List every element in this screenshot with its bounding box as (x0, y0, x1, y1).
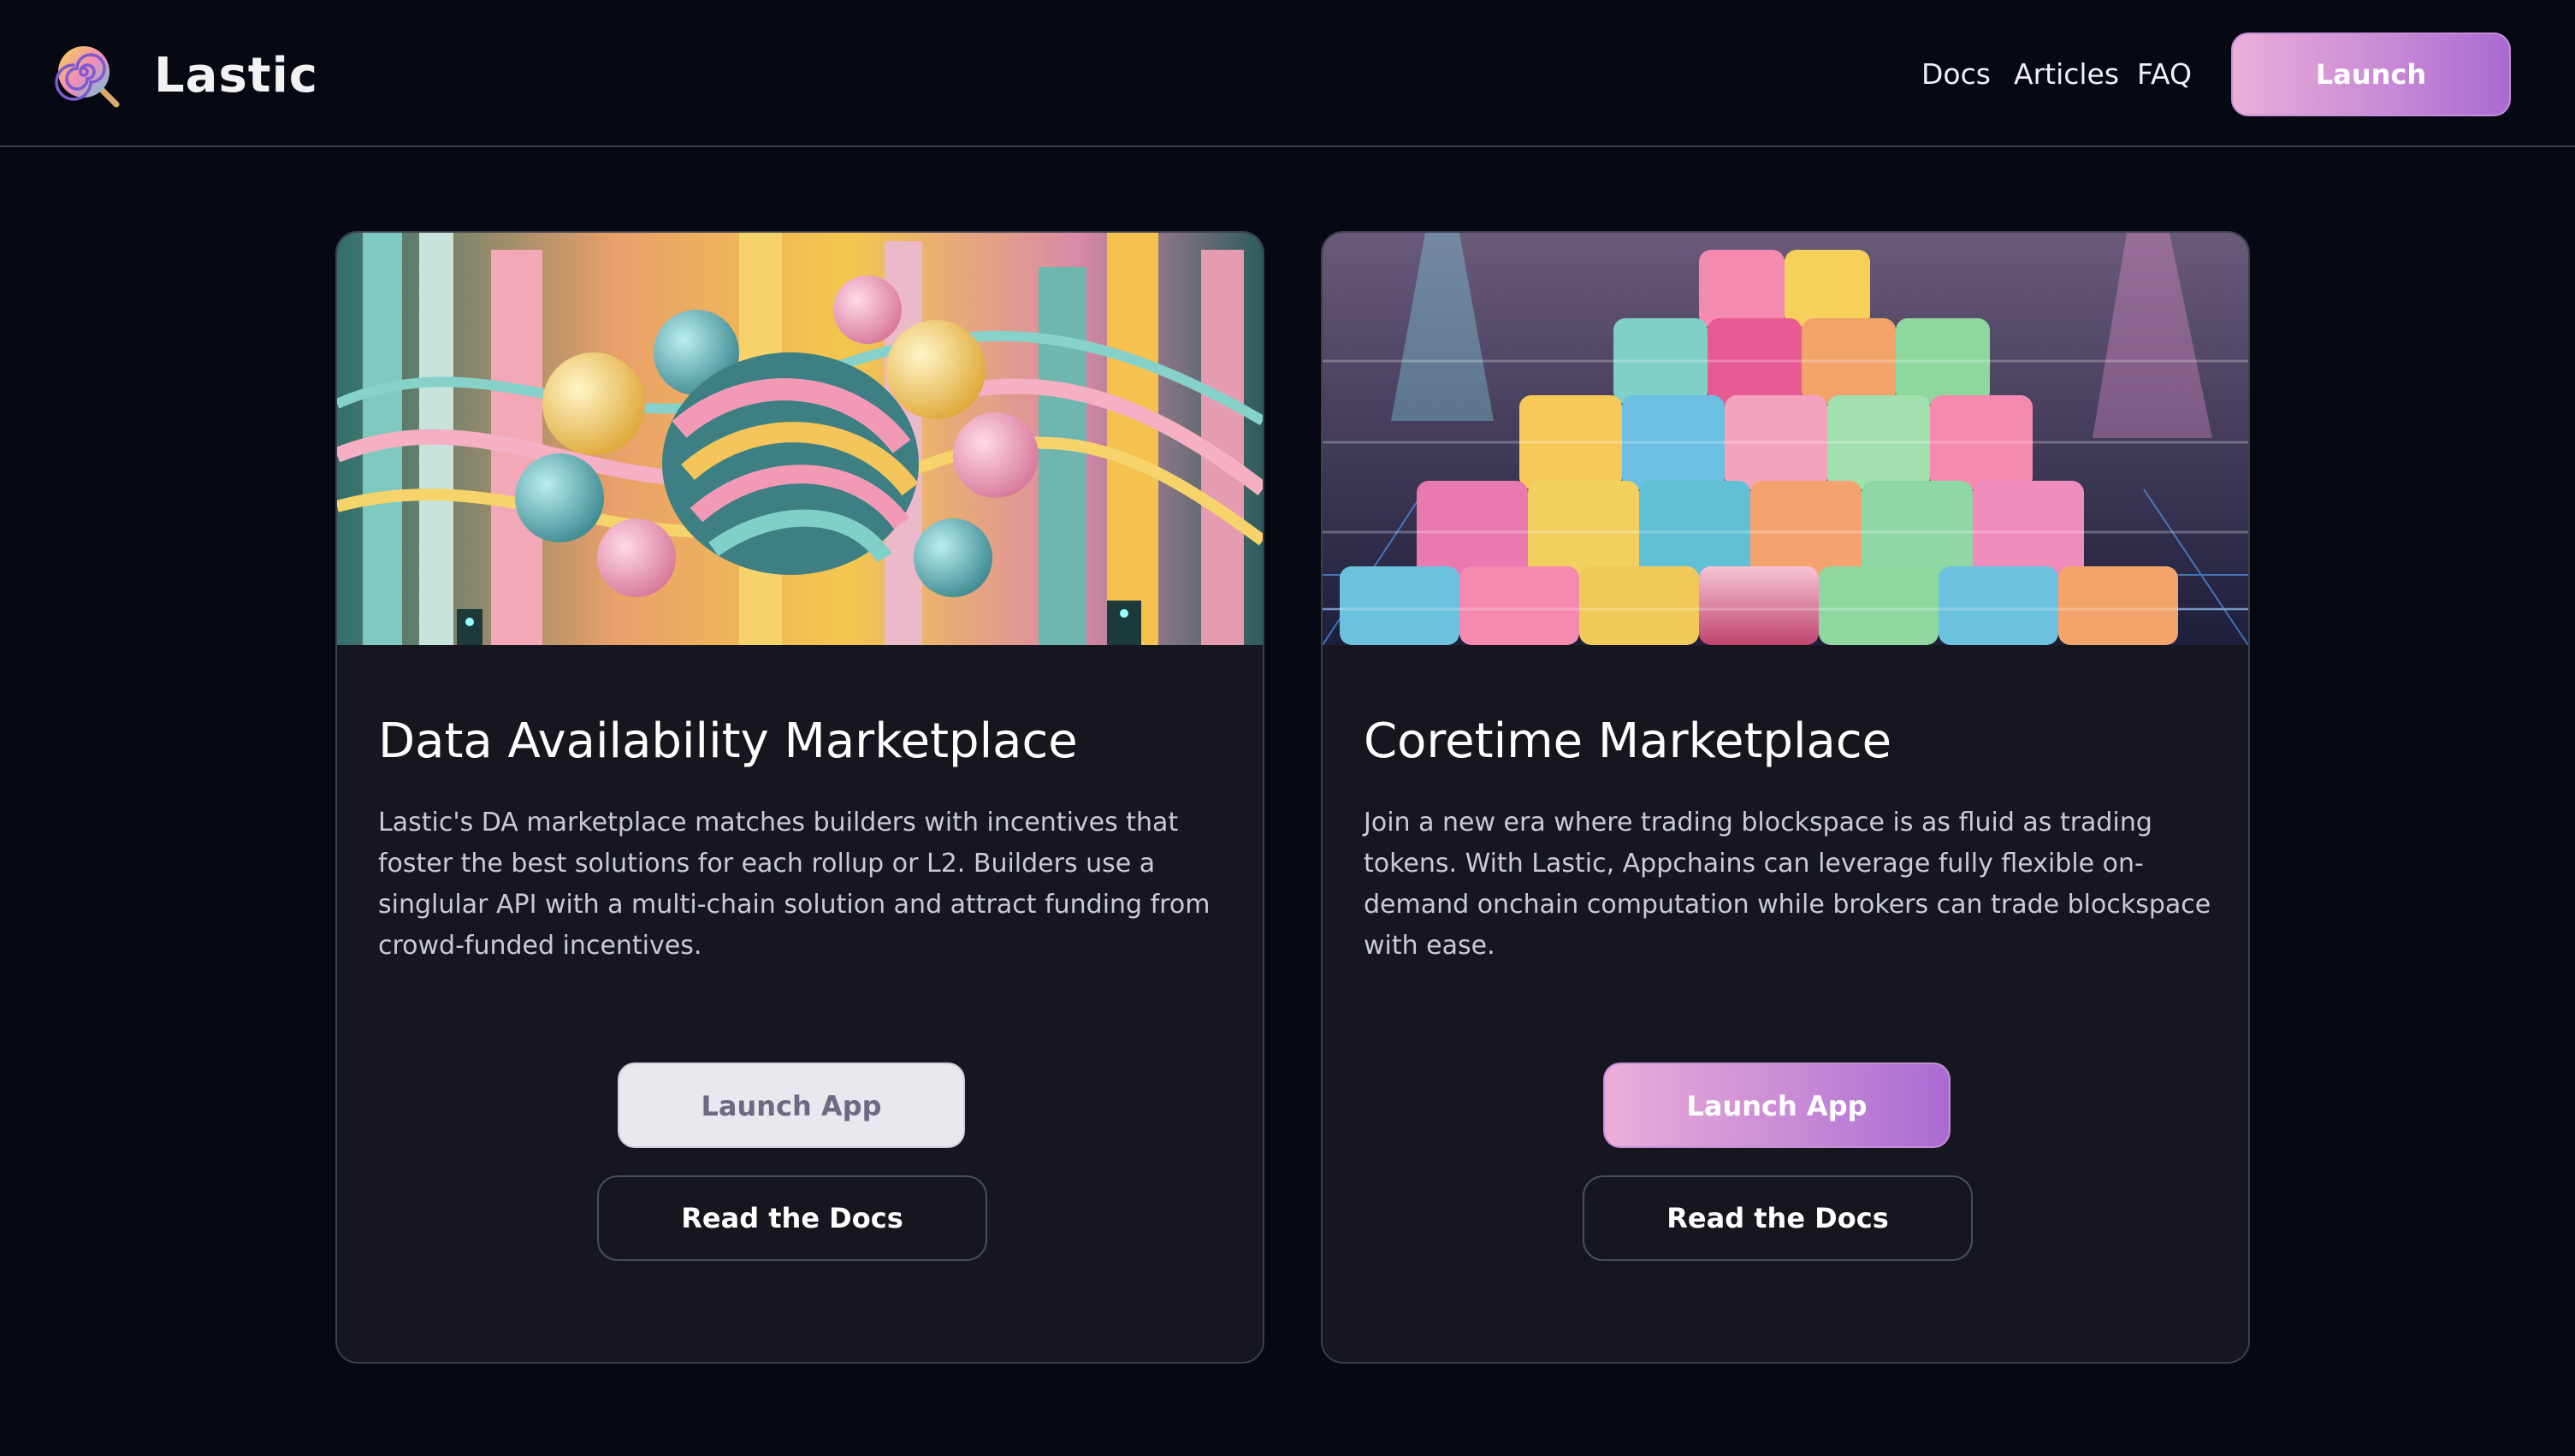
site-header: Lastic Docs Articles FAQ Launch (0, 0, 2575, 147)
lollipop-icon[interactable] (55, 43, 121, 109)
abstract-candy-sculpture-image (337, 233, 1263, 645)
read-docs-button[interactable]: Read the Docs (597, 1175, 987, 1261)
card-description: Lastic's DA marketplace matches builders… (378, 808, 1211, 961)
launch-button[interactable]: Launch (2231, 33, 2511, 116)
nav-docs[interactable]: Docs (1921, 53, 1991, 96)
card-data-availability: Data Availability Marketplace Lastic's D… (335, 231, 1264, 1364)
nav-faq[interactable]: FAQ (2137, 53, 2192, 96)
read-docs-button[interactable]: Read the Docs (1583, 1175, 1973, 1261)
nav-articles[interactable]: Articles (2014, 53, 2119, 96)
card-coretime: Coretime Marketplace Join a new era wher… (1321, 231, 2250, 1364)
launch-app-button-disabled[interactable]: Launch App (618, 1062, 965, 1148)
card-description: Join a new era where trading blockspace … (1364, 808, 2211, 961)
card-title: Data Availability Marketplace (378, 713, 1078, 769)
brand-name[interactable]: Lastic (154, 43, 318, 109)
card-title: Coretime Marketplace (1364, 713, 1892, 769)
candy-cube-pyramid-image (1323, 233, 2248, 645)
launch-app-button[interactable]: Launch App (1603, 1062, 1950, 1148)
